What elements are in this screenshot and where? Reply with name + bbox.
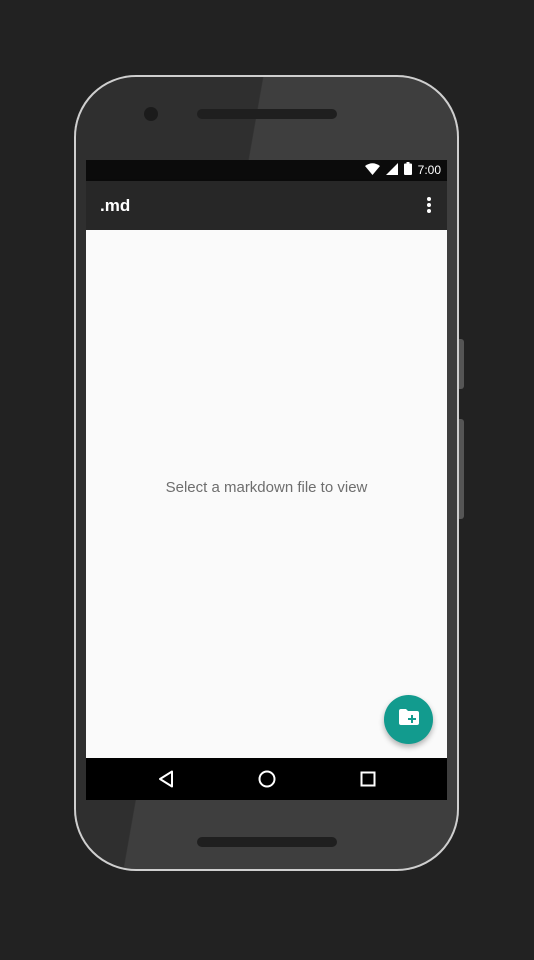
folder-add-icon [398, 709, 419, 730]
app-title: .md [100, 196, 131, 215]
battery-icon [403, 161, 412, 180]
recents-icon[interactable] [356, 767, 380, 791]
screen: 7:00 .md Select a markdown file to view [86, 160, 447, 800]
bottom-speaker [197, 837, 337, 847]
status-icons: 7:00 [364, 161, 441, 180]
empty-state-message: Select a markdown file to view [165, 479, 368, 496]
stage: 7:00 .md Select a markdown file to view [0, 0, 534, 960]
home-icon[interactable] [255, 767, 279, 791]
front-camera [144, 107, 158, 121]
app-bar: .md [86, 181, 447, 230]
top-speaker [197, 109, 337, 119]
content-area: Select a markdown file to view [86, 230, 447, 758]
open-folder-fab[interactable] [384, 695, 433, 744]
back-icon[interactable] [154, 767, 178, 791]
volume-button[interactable] [459, 419, 464, 519]
wifi-icon [364, 162, 380, 180]
power-button[interactable] [459, 339, 464, 389]
navigation-bar [86, 758, 447, 800]
cell-signal-icon [385, 162, 398, 180]
status-bar: 7:00 [86, 160, 447, 181]
status-time: 7:00 [417, 163, 441, 177]
more-vert-icon[interactable] [419, 193, 439, 217]
